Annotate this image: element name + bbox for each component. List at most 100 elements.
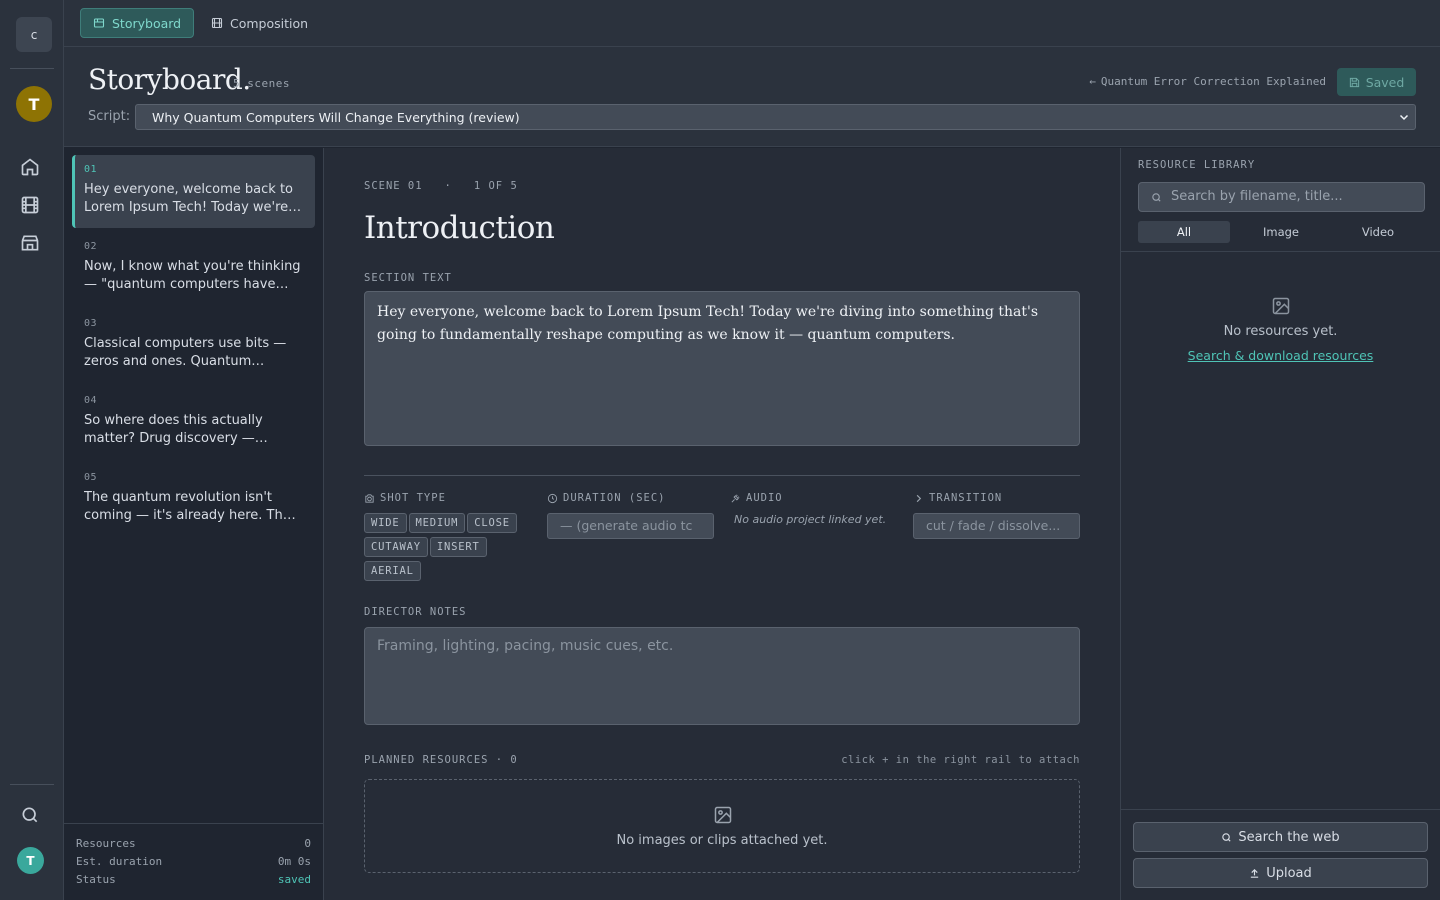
saved-button[interactable]: Saved: [1337, 68, 1416, 96]
workspace-avatar[interactable]: T: [16, 86, 52, 122]
transition-input[interactable]: cut / fade / dissolve...: [913, 513, 1080, 539]
duration-input[interactable]: — (generate audio tc: [547, 513, 714, 539]
film-icon[interactable]: [20, 195, 40, 215]
summary-label: Resources: [76, 837, 136, 850]
shot-chip-insert[interactable]: INSERT: [429, 537, 487, 557]
resource-actions: Search the web Upload: [1121, 809, 1440, 900]
resource-library: RESOURCE LIBRARY Search by filename, tit…: [1120, 148, 1440, 900]
scene-snippet: Hey everyone, welcome back to Lorem Ipsu…: [84, 182, 293, 215]
rail-divider: [10, 68, 54, 69]
saved-label: Saved: [1365, 74, 1405, 90]
summary-duration: Est. duration 0m 0s: [76, 855, 311, 873]
shot-type-label: SHOT TYPE: [380, 492, 446, 504]
audio-note: No audio project linked yet.: [734, 513, 887, 526]
status-badge: saved: [277, 873, 311, 886]
back-link-label: Quantum Error Correction Explained: [1100, 75, 1326, 88]
script-label: Script:: [88, 109, 131, 124]
summary-label: Est. duration: [76, 855, 163, 868]
filter-all[interactable]: All: [1138, 221, 1230, 243]
scene-snippet: Classical computers use bits — zeros and…: [84, 336, 287, 369]
planned-resources-hint: click + in the right rail to attach: [841, 754, 1080, 766]
scene-count: 5 scenes: [233, 77, 290, 90]
shot-chip-medium[interactable]: MEDIUM: [408, 513, 466, 533]
shot-type-options: WIDE MEDIUM CLOSE CUTAWAY INSERT AERIAL: [364, 513, 534, 585]
transition-label: TRANSITION: [929, 492, 1003, 504]
resource-empty-text: No resources yet.: [1223, 324, 1338, 339]
scene-item-01[interactable]: 01 Hey everyone, welcome back to Lorem I…: [72, 155, 315, 228]
scene-item-04[interactable]: 04 So where does this actually matter? D…: [72, 386, 315, 459]
upload-button[interactable]: Upload: [1133, 858, 1428, 888]
resource-library-label: RESOURCE LIBRARY: [1138, 159, 1256, 171]
tab-storyboard[interactable]: Storyboard: [80, 8, 195, 38]
scene-meta: SCENE 01 · 1 OF 5: [364, 180, 518, 192]
left-rail: c T T: [0, 0, 64, 900]
filter-image[interactable]: Image: [1235, 221, 1327, 243]
rail-divider: [10, 784, 54, 785]
app-logo[interactable]: c: [16, 17, 52, 52]
scene-number: 01: [84, 164, 98, 175]
search-icon: [1152, 193, 1161, 202]
shot-chip-cutaway[interactable]: CUTAWAY: [364, 537, 428, 557]
scene-item-02[interactable]: 02 Now, I know what you're thinking — "q…: [72, 232, 315, 305]
scene-snippet: So where does this actually matter? Drug…: [84, 413, 263, 446]
user-avatar[interactable]: T: [17, 847, 44, 874]
resource-search-placeholder: Search by filename, title...: [1171, 189, 1343, 204]
scene-title: Introduction: [364, 210, 555, 246]
director-notes-field[interactable]: Framing, lighting, pacing, music cues, e…: [364, 627, 1080, 725]
planned-resources-label: PLANNED RESOURCES · 0: [364, 754, 518, 766]
film-icon: [211, 17, 223, 29]
search-icon[interactable]: [20, 805, 40, 825]
scene-position: 1 OF 5: [473, 180, 518, 192]
chevron-right-icon: [916, 494, 922, 502]
search-web-button[interactable]: Search the web: [1133, 822, 1428, 852]
shot-chip-wide[interactable]: WIDE: [364, 513, 407, 533]
scene-item-03[interactable]: 03 Classical computers use bits — zeros …: [72, 309, 315, 382]
scene-editor: SCENE 01 · 1 OF 5 Introduction SECTION T…: [324, 148, 1120, 900]
image-icon: [1271, 296, 1291, 316]
summary-value: 0m 0s: [277, 855, 311, 868]
scene-number: 05: [84, 472, 98, 483]
audio-wave-icon: [731, 494, 740, 502]
shot-chip-aerial[interactable]: AERIAL: [364, 561, 421, 581]
duration-header: DURATION (SEC): [547, 492, 666, 504]
scene-label: SCENE 01: [364, 180, 423, 192]
script-select[interactable]: Why Quantum Computers Will Change Everyt…: [135, 104, 1416, 130]
upload-icon: [1251, 868, 1259, 878]
divider: [1121, 251, 1440, 252]
home-icon[interactable]: [20, 157, 40, 177]
scene-list: 01 Hey everyone, welcome back to Lorem I…: [64, 148, 324, 900]
director-notes-label: DIRECTOR NOTES: [364, 606, 467, 618]
chevron-down-icon: [1398, 111, 1410, 123]
summary-resources: Resources 0: [76, 837, 311, 855]
save-icon: [1349, 77, 1359, 87]
shot-chip-close[interactable]: CLOSE: [467, 513, 517, 533]
arrow-left-icon: ←: [1089, 75, 1096, 88]
meta-separator: ·: [429, 180, 467, 192]
planned-resources-empty: No images or clips attached yet.: [616, 833, 828, 848]
search-download-link[interactable]: Search & download resources: [1121, 348, 1440, 363]
filter-video[interactable]: Video: [1332, 221, 1424, 243]
page-header: Storyboard. 5 scenes ← Quantum Error Cor…: [64, 47, 1440, 147]
shot-type-header: SHOT TYPE: [364, 492, 446, 504]
summary-status: Status saved: [76, 873, 311, 891]
tab-composition[interactable]: Composition: [199, 8, 320, 38]
summary-value: 0: [304, 837, 311, 850]
audio-label: AUDIO: [746, 492, 783, 504]
back-link[interactable]: ← Quantum Error Correction Explained: [1089, 75, 1326, 88]
store-icon[interactable]: [20, 233, 40, 253]
audio-header: AUDIO: [730, 492, 783, 504]
scene-snippet: Now, I know what you're thinking — "quan…: [84, 259, 301, 292]
section-text-field[interactable]: Hey everyone, welcome back to Lorem Ipsu…: [364, 291, 1080, 446]
scene-item-05[interactable]: 05 The quantum revolution isn't coming —…: [72, 463, 315, 536]
tab-label: Composition: [230, 15, 309, 31]
planned-resources-dropzone[interactable]: No images or clips attached yet.: [364, 779, 1080, 873]
resource-search-input[interactable]: Search by filename, title...: [1138, 182, 1425, 212]
top-tab-bar: Storyboard Composition: [64, 0, 1440, 47]
scene-snippet: The quantum revolution isn't coming — it…: [84, 490, 291, 523]
script-select-value: Why Quantum Computers Will Change Everyt…: [152, 109, 520, 125]
duration-label: DURATION (SEC): [563, 492, 666, 504]
camera-icon: [365, 493, 374, 503]
scene-number: 03: [84, 318, 98, 329]
image-icon: [714, 806, 732, 824]
page-title: Storyboard.: [88, 63, 251, 96]
